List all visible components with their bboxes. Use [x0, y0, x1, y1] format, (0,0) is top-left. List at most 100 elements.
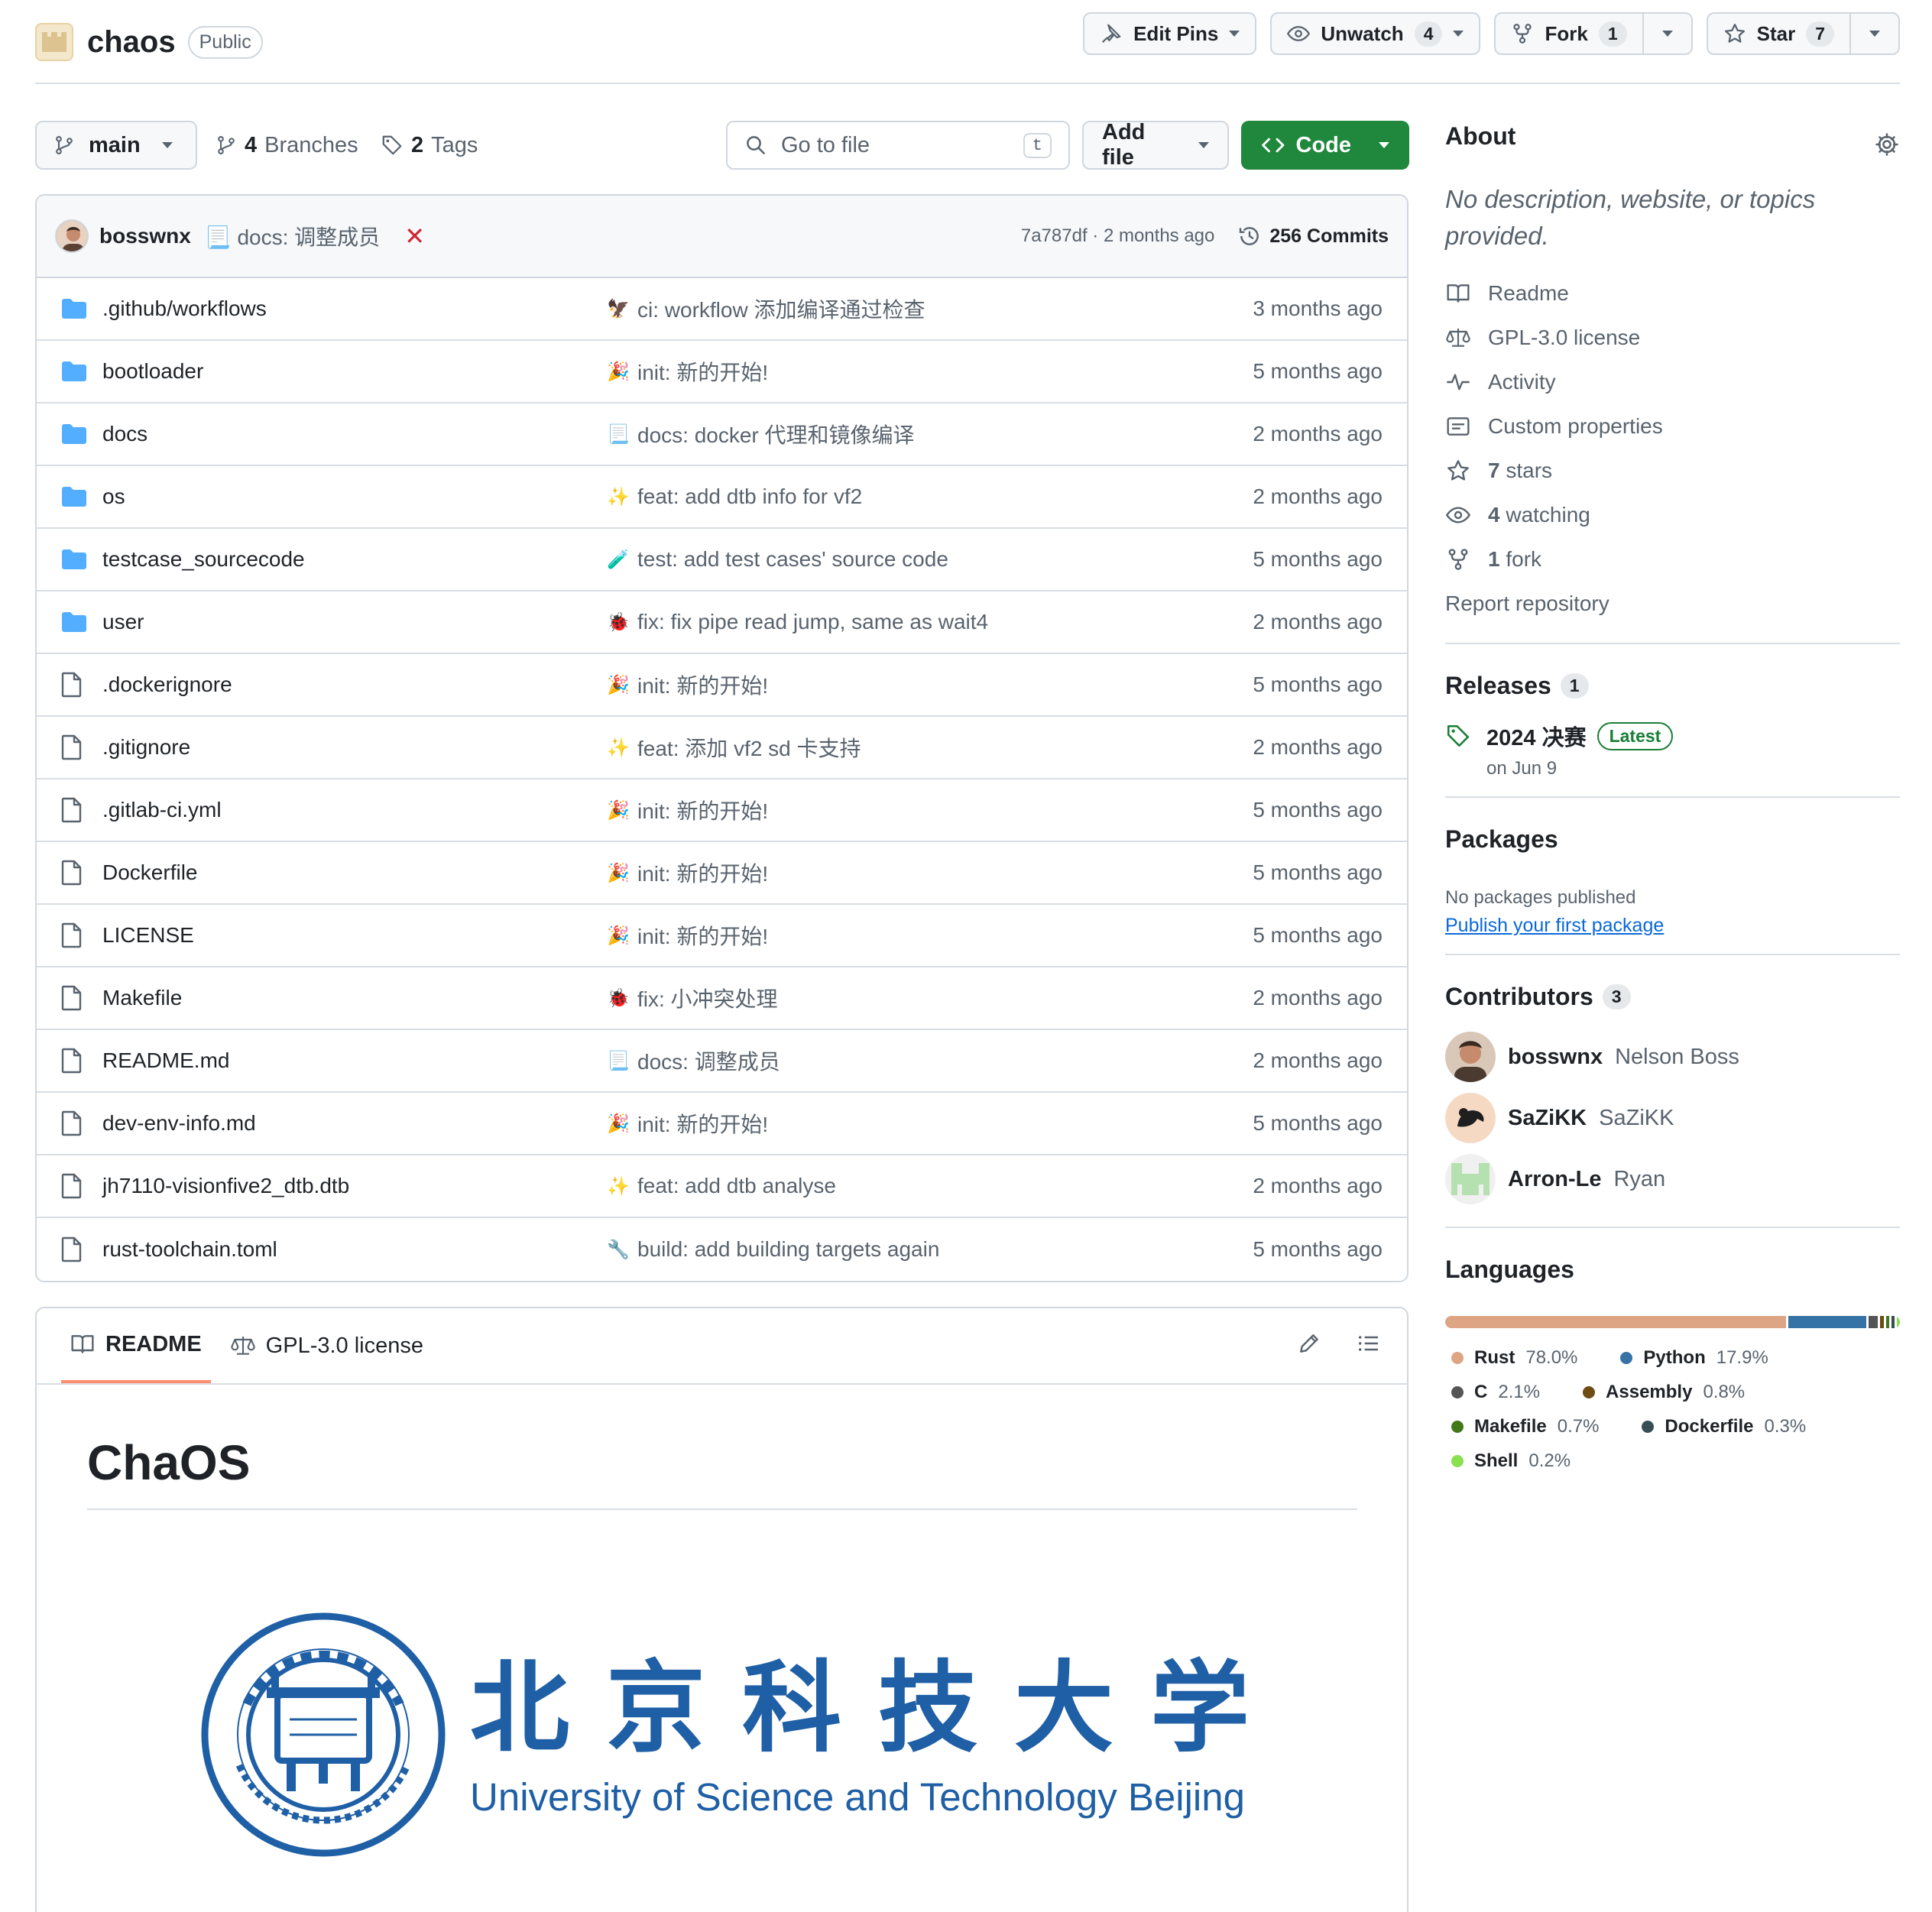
file-row[interactable]: .gitlab-ci.yml 🎉 init: 新的开始! 5 months ago [37, 779, 1407, 842]
file-row[interactable]: Dockerfile 🎉 init: 新的开始! 5 months ago [37, 842, 1407, 905]
language-item[interactable]: Rust 78.0% [1445, 1340, 1577, 1375]
file-row[interactable]: .dockerignore 🎉 init: 新的开始! 5 months ago [37, 654, 1407, 717]
list-unordered-icon[interactable] [1357, 1331, 1381, 1356]
folder-row[interactable]: docs 📃 docs: docker 代理和镜像编译 2 months ago [37, 403, 1407, 466]
gear-icon[interactable] [1874, 131, 1900, 157]
fork-dropdown[interactable] [1642, 14, 1691, 53]
avatar[interactable] [55, 219, 89, 253]
file-name[interactable]: Dockerfile [102, 860, 607, 885]
contributor-item[interactable]: bosswnx Nelson Boss [1445, 1026, 1900, 1087]
tab-license[interactable]: GPL-3.0 license [222, 1308, 433, 1383]
language-item[interactable]: C 2.1% [1445, 1375, 1540, 1409]
file-name[interactable]: os [102, 484, 607, 509]
ci-failed-icon[interactable]: ✕ [404, 222, 425, 251]
file-row[interactable]: LICENSE 🎉 init: 新的开始! 5 months ago [37, 905, 1407, 967]
fork-button[interactable]: Fork 1 [1494, 12, 1693, 55]
file-commit-message[interactable]: 🧪 test: add test cases' source code [607, 547, 1184, 572]
file-name[interactable]: LICENSE [102, 923, 607, 948]
file-row[interactable]: dev-env-info.md 🎉 init: 新的开始! 5 months ago [37, 1093, 1407, 1155]
releases-heading[interactable]: Releases 1 [1445, 672, 1900, 700]
file-commit-message[interactable]: ✨ feat: 添加 vf2 sd 卡支持 [607, 732, 1184, 763]
file-name[interactable]: docs [102, 422, 607, 446]
file-commit-message[interactable]: 🐞 fix: 小冲突处理 [607, 983, 1184, 1013]
star-button[interactable]: Star 7 [1706, 12, 1900, 55]
language-item[interactable]: Makefile 0.7% [1445, 1409, 1599, 1444]
file-list: .github/workflows 🦅 ci: workflow 添加编译通过检查 3… [37, 278, 1407, 1281]
commit-hash-time[interactable]: 7a787df · 2 months ago [1021, 225, 1215, 247]
about-link-pulse[interactable]: Activity [1445, 360, 1900, 404]
file-commit-message[interactable]: ✨ feat: add dtb analyse [607, 1174, 1184, 1198]
packages-heading[interactable]: Packages [1445, 825, 1900, 854]
about-link-note[interactable]: Custom properties [1445, 404, 1900, 449]
file-row[interactable]: .gitignore ✨ feat: 添加 vf2 sd 卡支持 2 months a… [37, 717, 1407, 779]
file-name[interactable]: .github/workflows [102, 297, 607, 321]
file-name[interactable]: testcase_sourcecode [102, 547, 607, 572]
file-commit-message[interactable]: ✨ feat: add dtb info for vf2 [607, 484, 1184, 509]
file-commit-message[interactable]: 🎉 init: 新的开始! [607, 857, 1184, 888]
language-item[interactable]: Dockerfile 0.3% [1635, 1409, 1806, 1444]
contributor-item[interactable]: Arron-Le Ryan [1445, 1149, 1900, 1210]
tags-link[interactable]: 2 Tags [381, 121, 478, 170]
file-commit-message[interactable]: 📃 docs: docker 代理和镜像编译 [607, 419, 1184, 449]
unwatch-button[interactable]: Unwatch 4 [1270, 12, 1481, 55]
file-name[interactable]: dev-env-info.md [102, 1111, 607, 1136]
file-row[interactable]: README.md 📃 docs: 调整成员 2 months ago [37, 1030, 1407, 1093]
file-name[interactable]: .gitlab-ci.yml [102, 798, 607, 822]
file-commit-message[interactable]: 🔧 build: add building targets again [607, 1237, 1184, 1262]
language-item[interactable]: Python 17.9% [1614, 1340, 1768, 1375]
file-name[interactable]: bootloader [102, 359, 607, 384]
file-commit-message[interactable]: 🎉 init: 新的开始! [607, 669, 1184, 700]
file-commit-message[interactable]: 🎉 init: 新的开始! [607, 920, 1184, 951]
report-repository-link[interactable]: Report repository [1445, 582, 1900, 626]
file-row[interactable]: rust-toolchain.toml 🔧 build: add building … [37, 1218, 1407, 1281]
about-link-book[interactable]: Readme [1445, 271, 1900, 316]
contributor-item[interactable]: SaZiKK SaZiKK [1445, 1087, 1900, 1149]
add-file-button[interactable]: Add file [1082, 120, 1229, 170]
about-link-law[interactable]: GPL-3.0 license [1445, 316, 1900, 360]
avatar[interactable] [1445, 1032, 1496, 1082]
folder-row[interactable]: .github/workflows 🦅 ci: workflow 添加编译通过检查 3… [37, 278, 1407, 341]
file-name[interactable]: rust-toolchain.toml [102, 1237, 607, 1262]
language-item[interactable]: Assembly 0.8% [1577, 1375, 1745, 1409]
code-button[interactable]: Code [1241, 121, 1409, 170]
file-commit-message[interactable]: 🎉 init: 新的开始! [607, 1108, 1184, 1139]
pencil-icon[interactable] [1297, 1331, 1321, 1356]
file-name[interactable]: README.md [102, 1048, 607, 1073]
file-commit-message[interactable]: 🎉 init: 新的开始! [607, 795, 1184, 825]
release-item[interactable]: 2024 决赛 Latest on Jun 9 [1445, 720, 1900, 779]
branch-selector[interactable]: main [35, 121, 197, 170]
folder-row[interactable]: user 🐞 fix: fix pipe read jump, same as wa… [37, 591, 1407, 654]
commit-message[interactable]: 📃 docs: 调整成员 [205, 221, 380, 251]
avatar[interactable] [1445, 1154, 1496, 1204]
about-link-star[interactable]: 7 stars [1445, 449, 1900, 493]
file-name[interactable]: Makefile [102, 986, 607, 1010]
file-row[interactable]: jh7110-visionfive2_dtb.dtb ✨ feat: add dtb… [37, 1155, 1407, 1218]
file-name[interactable]: jh7110-visionfive2_dtb.dtb [102, 1174, 607, 1198]
star-dropdown[interactable] [1849, 14, 1898, 53]
go-to-file-input[interactable]: Go to file t [726, 121, 1070, 170]
file-name[interactable]: user [102, 610, 607, 634]
repo-avatar[interactable] [35, 23, 73, 61]
commits-link[interactable]: 256 Commits [1237, 224, 1389, 248]
folder-row[interactable]: bootloader 🎉 init: 新的开始! 5 months ago [37, 341, 1407, 403]
tab-readme[interactable]: README [61, 1308, 211, 1383]
file-name[interactable]: .gitignore [102, 735, 607, 760]
file-commit-message[interactable]: 🐞 fix: fix pipe read jump, same as wait4 [607, 610, 1184, 634]
edit-pins-button[interactable]: Edit Pins [1083, 12, 1257, 55]
folder-row[interactable]: testcase_sourcecode 🧪 test: add test cases… [37, 529, 1407, 591]
file-name[interactable]: .dockerignore [102, 672, 607, 697]
file-commit-message[interactable]: 📃 docs: 调整成员 [607, 1045, 1184, 1076]
file-row[interactable]: Makefile 🐞 fix: 小冲突处理 2 months ago [37, 967, 1407, 1030]
language-item[interactable]: Shell 0.2% [1445, 1444, 1571, 1478]
contributors-heading[interactable]: Contributors 3 [1445, 983, 1900, 1011]
about-link-fork[interactable]: 1 fork [1445, 537, 1900, 582]
branches-link[interactable]: 4 Branches [216, 121, 358, 170]
commit-author[interactable]: bosswnx [99, 224, 191, 248]
repo-name[interactable]: chaos [87, 25, 176, 60]
publish-package-link[interactable]: Publish your first package [1445, 915, 1664, 937]
about-link-eye[interactable]: 4 watching [1445, 493, 1900, 537]
file-commit-message[interactable]: 🎉 init: 新的开始! [607, 356, 1184, 387]
folder-row[interactable]: os ✨ feat: add dtb info for vf2 2 months ag… [37, 466, 1407, 529]
file-commit-message[interactable]: 🦅 ci: workflow 添加编译通过检查 [607, 293, 1184, 324]
avatar[interactable] [1445, 1093, 1496, 1143]
